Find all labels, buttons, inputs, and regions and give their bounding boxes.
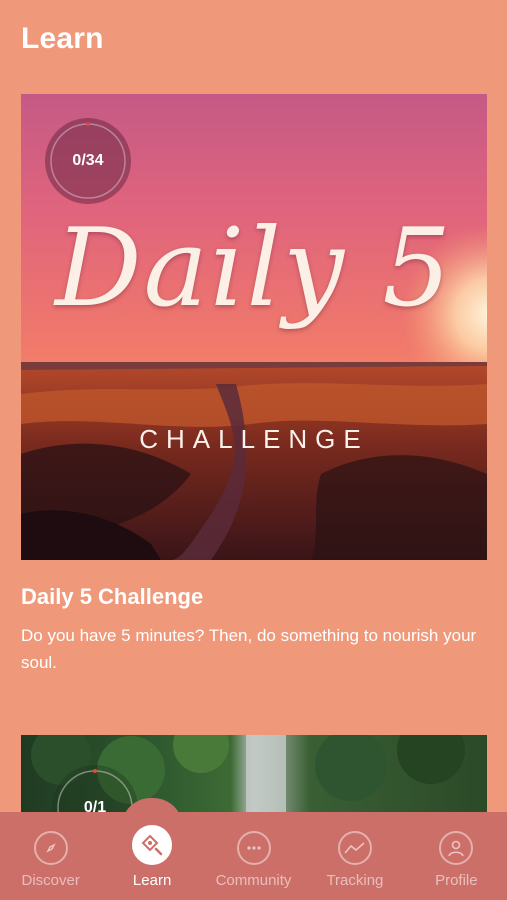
cover-subtitle: CHALLENGE	[139, 424, 369, 454]
progress-count: 0/34	[72, 152, 104, 169]
chart-icon	[337, 831, 372, 865]
tab-label-tracking: Tracking	[326, 872, 384, 889]
learn-screen: Learn 0/34 Daily 5 CHALLENGE Daily 5 Cha…	[0, 0, 507, 900]
course-cover-image[interactable]: 0/34 Daily 5 CHALLENGE	[21, 94, 487, 560]
progress-ring: 0/34	[45, 118, 131, 204]
cover-script-title: Daily 5	[54, 206, 454, 331]
course-card[interactable]: 0/34 Daily 5 CHALLENGE Daily 5 Challenge…	[21, 94, 487, 676]
header: Learn	[21, 22, 104, 56]
course-description: Do you have 5 minutes? Then, do somethin…	[21, 626, 477, 672]
tab-label-discover: Discover	[21, 872, 80, 889]
tab-label-profile: Profile	[435, 872, 478, 889]
learn-icon	[132, 825, 173, 865]
tab-profile[interactable]: Profile	[406, 812, 507, 900]
bottom-tab-bar: Discover Learn Community Tracking Profil…	[0, 798, 507, 900]
user-icon	[439, 831, 474, 865]
tab-community[interactable]: Community	[203, 812, 304, 900]
page-title: Learn	[21, 22, 104, 55]
tab-discover[interactable]: Discover	[0, 812, 101, 900]
course-title[interactable]: Daily 5 Challenge	[21, 584, 487, 610]
tab-tracking[interactable]: Tracking	[304, 812, 405, 900]
tab-label-community: Community	[215, 872, 292, 889]
chat-bubble-icon	[236, 831, 271, 865]
tab-learn[interactable]: Learn	[101, 798, 202, 900]
tab-label-learn: Learn	[132, 872, 172, 889]
compass-icon	[33, 831, 68, 865]
